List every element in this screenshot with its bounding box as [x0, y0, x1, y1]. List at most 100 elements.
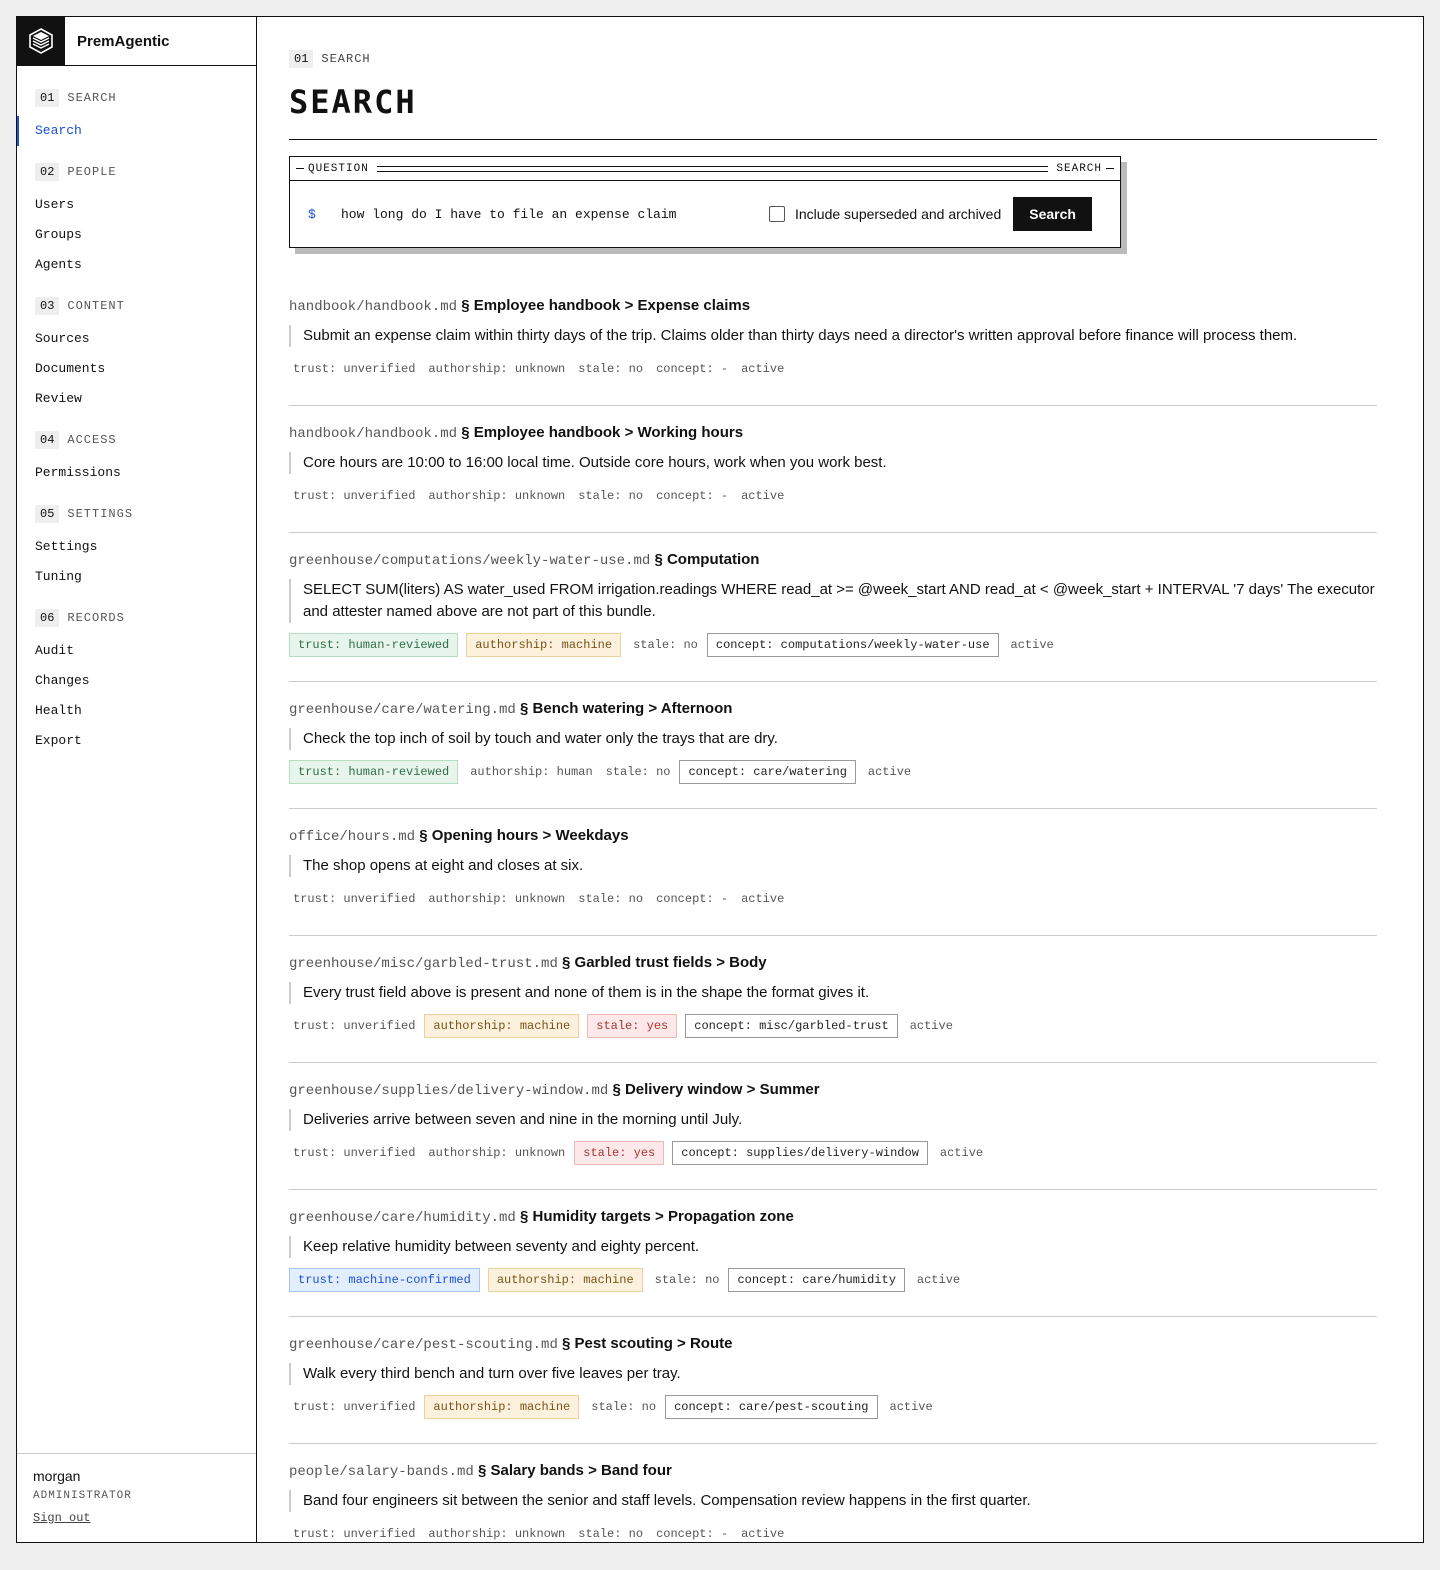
result-snippet: Band four engineers sit between the seni…: [289, 1490, 1377, 1512]
result-section[interactable]: § Employee handbook > Expense claims: [461, 297, 750, 314]
sign-out-link[interactable]: Sign out: [33, 1511, 91, 1525]
result-section[interactable]: § Pest scouting > Route: [562, 1335, 732, 1352]
sidebar-nav: 01 SEARCH Search 02 PEOPLE Users Groups Agents 0…: [17, 66, 256, 756]
result-tag: active: [1010, 638, 1054, 652]
result-snippet: Every trust field above is present and n…: [289, 982, 1377, 1004]
result-tag: trust: unverified: [293, 1019, 416, 1033]
result-path[interactable]: handbook/handbook.md: [289, 426, 457, 442]
result-tags: trust: human-reviewed authorship: machine…: [289, 633, 1377, 657]
result-tags: trust: human-reviewed authorship: human st…: [289, 760, 1377, 784]
result-tag: trust: machine-confirmed: [289, 1268, 480, 1292]
result-tag: active: [741, 489, 785, 503]
nav-section-number: 04: [35, 431, 60, 449]
result-section[interactable]: § Employee handbook > Working hours: [461, 424, 743, 441]
result-path[interactable]: greenhouse/supplies/delivery-window.md: [289, 1083, 608, 1099]
result-tags: trust: unverified authorship: machine stal…: [289, 1395, 1377, 1419]
sidebar-item-groups[interactable]: Groups: [17, 220, 256, 250]
search-label: SEARCH: [1056, 162, 1102, 175]
result-tag: concept: -: [656, 362, 729, 376]
nav-section-label: CONTENT: [67, 299, 125, 313]
sidebar-item-agents[interactable]: Agents: [17, 250, 256, 280]
main-content: 01 SEARCH SEARCH QUESTION SEARCH $ Inclu…: [257, 17, 1423, 1542]
result-tag: trust: unverified: [293, 892, 416, 906]
result-tag: authorship: unknown: [428, 362, 566, 376]
result-tags: trust: unverified authorship: unknown stal…: [289, 357, 1377, 381]
result-header[interactable]: greenhouse/care/pest-scouting.md § Pest …: [289, 1334, 1377, 1355]
result-tag: authorship: unknown: [428, 1527, 566, 1541]
search-button[interactable]: Search: [1013, 197, 1092, 231]
result-snippet: SELECT SUM(liters) AS water_used FROM ir…: [289, 579, 1377, 623]
sidebar-item-tuning[interactable]: Tuning: [17, 562, 256, 592]
result-path[interactable]: greenhouse/care/humidity.md: [289, 1210, 516, 1226]
result-path[interactable]: office/hours.md: [289, 829, 415, 845]
result-header[interactable]: greenhouse/misc/garbled-trust.md § Garbl…: [289, 953, 1377, 974]
sidebar-item-settings[interactable]: Settings: [17, 532, 256, 562]
result-item: people/salary-bands.md § Salary bands > …: [289, 1461, 1377, 1570]
result-header[interactable]: handbook/handbook.md § Employee handbook…: [289, 296, 1377, 317]
nav-section-number: 03: [35, 297, 60, 315]
result-path[interactable]: greenhouse/care/pest-scouting.md: [289, 1337, 558, 1353]
result-path[interactable]: greenhouse/care/watering.md: [289, 702, 516, 718]
result-item: greenhouse/care/pest-scouting.md § Pest …: [289, 1334, 1377, 1444]
include-archived-label[interactable]: Include superseded and archived: [795, 206, 1001, 222]
sidebar-item-export[interactable]: Export: [17, 726, 256, 756]
result-path[interactable]: greenhouse/misc/garbled-trust.md: [289, 956, 558, 972]
nav-section-header: 03 CONTENT: [17, 296, 256, 316]
result-tag: active: [741, 1527, 785, 1541]
result-tag: concept: supplies/delivery-window: [672, 1141, 928, 1165]
result-tag: authorship: machine: [424, 1395, 580, 1419]
sidebar-item-sources[interactable]: Sources: [17, 324, 256, 354]
sidebar-item-review[interactable]: Review: [17, 384, 256, 414]
breadcrumb-number: 01: [289, 50, 314, 68]
result-tag: concept: care/humidity: [728, 1268, 905, 1292]
user-panel: morgan ADMINISTRATOR Sign out: [17, 1453, 256, 1542]
result-item: greenhouse/misc/garbled-trust.md § Garbl…: [289, 953, 1377, 1063]
result-tag: authorship: unknown: [428, 1146, 566, 1160]
sidebar-item-documents[interactable]: Documents: [17, 354, 256, 384]
result-section[interactable]: § Computation: [654, 551, 759, 568]
result-tag: trust: unverified: [293, 489, 416, 503]
sidebar-item-permissions[interactable]: Permissions: [17, 458, 256, 488]
result-header[interactable]: greenhouse/computations/weekly-water-use…: [289, 550, 1377, 571]
result-item: handbook/handbook.md § Employee handbook…: [289, 423, 1377, 533]
result-tag: concept: -: [656, 1527, 729, 1541]
result-tag: active: [741, 362, 785, 376]
result-section[interactable]: § Bench watering > Afternoon: [520, 700, 732, 717]
result-header[interactable]: greenhouse/care/humidity.md § Humidity t…: [289, 1207, 1377, 1228]
result-tag: stale: yes: [574, 1141, 665, 1165]
result-tag: active: [909, 1019, 953, 1033]
nav-section-label: ACCESS: [67, 433, 117, 447]
result-item: office/hours.md § Opening hours > Weekda…: [289, 826, 1377, 936]
result-tag: trust: unverified: [293, 1527, 416, 1541]
result-path[interactable]: handbook/handbook.md: [289, 299, 457, 315]
include-archived-checkbox[interactable]: [769, 206, 785, 222]
user-role: ADMINISTRATOR: [33, 1490, 132, 1502]
sidebar-item-changes[interactable]: Changes: [17, 666, 256, 696]
result-header[interactable]: handbook/handbook.md § Employee handbook…: [289, 423, 1377, 444]
result-section[interactable]: § Opening hours > Weekdays: [419, 827, 628, 844]
result-header[interactable]: greenhouse/care/watering.md § Bench wate…: [289, 699, 1377, 720]
nav-section-header: 02 PEOPLE: [17, 162, 256, 182]
result-tag: active: [867, 765, 912, 779]
search-input[interactable]: [341, 206, 769, 222]
nav-section-number: 01: [35, 89, 60, 107]
sidebar-item-health[interactable]: Health: [17, 696, 256, 726]
sidebar-item-audit[interactable]: Audit: [17, 636, 256, 666]
result-header[interactable]: greenhouse/supplies/delivery-window.md §…: [289, 1080, 1377, 1101]
result-section[interactable]: § Salary bands > Band four: [478, 1462, 672, 1479]
result-path[interactable]: greenhouse/computations/weekly-water-use…: [289, 553, 650, 569]
sidebar-item-search[interactable]: Search: [17, 116, 256, 146]
result-path[interactable]: people/salary-bands.md: [289, 1464, 474, 1480]
result-section[interactable]: § Humidity targets > Propagation zone: [520, 1208, 794, 1225]
sidebar-item-users[interactable]: Users: [17, 190, 256, 220]
result-tags: trust: unverified authorship: unknown stal…: [289, 1141, 1377, 1165]
result-header[interactable]: people/salary-bands.md § Salary bands > …: [289, 1461, 1377, 1482]
brand-header[interactable]: PremAgentic: [17, 17, 256, 66]
result-section[interactable]: § Garbled trust fields > Body: [562, 954, 767, 971]
result-section[interactable]: § Delivery window > Summer: [612, 1081, 819, 1098]
nav-section-content: 03 CONTENT Sources Documents Review: [17, 296, 256, 414]
result-tag: trust: unverified: [293, 1400, 416, 1414]
nav-section-number: 05: [35, 505, 60, 523]
result-header[interactable]: office/hours.md § Opening hours > Weekda…: [289, 826, 1377, 847]
sidebar: PremAgentic 01 SEARCH Search 02 PEOPLE Users G…: [17, 17, 257, 1542]
